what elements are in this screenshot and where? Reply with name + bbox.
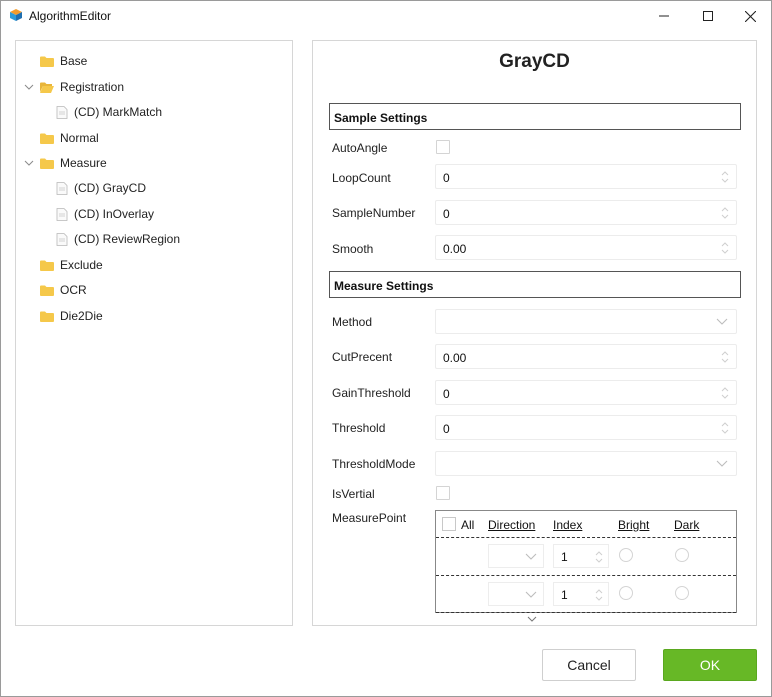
window-title: AlgorithmEditor [29,9,112,23]
spin-arrows-icon[interactable] [720,206,730,220]
measure-settings-heading: Measure Settings [329,271,741,298]
document-icon [56,105,68,119]
document-icon [56,232,68,246]
tree-item-inoverlay[interactable]: (CD) InOverlay [56,204,154,224]
chevron-down-icon [525,591,537,598]
algorithm-tree: Base Registration (CD) MarkMatch Normal … [15,40,293,626]
spin-arrows-icon[interactable] [720,241,730,255]
bright-radio[interactable] [619,548,633,562]
tree-item-graycd[interactable]: (CD) GrayCD [56,178,146,198]
tree-item-ocr[interactable]: OCR [40,280,87,300]
dark-radio[interactable] [675,548,689,562]
sample-number-input[interactable]: 0 [435,200,737,225]
chevron-down-icon[interactable] [24,82,34,92]
auto-angle-label: AutoAngle [332,141,388,155]
loop-count-input[interactable]: 0 [435,164,737,189]
spin-arrows-icon[interactable] [594,550,604,564]
tree-item-die2die[interactable]: Die2Die [40,306,103,326]
folder-icon [40,133,54,144]
measure-point-grid: All Direction Index Bright Dark 1 1 [435,510,737,613]
direction-select[interactable] [488,582,544,606]
maximize-button[interactable] [685,1,731,31]
spin-arrows-icon[interactable] [720,421,730,435]
smooth-input[interactable]: 0.00 [435,235,737,260]
algorithm-editor-window: AlgorithmEditor Base Registration (CD) M… [0,0,772,697]
auto-angle-checkbox[interactable] [436,140,450,154]
chevron-down-icon [716,318,728,325]
header-bright[interactable]: Bright [618,518,649,532]
select-all-checkbox[interactable] [442,517,456,531]
grid-header: All Direction Index Bright Dark [436,511,736,537]
header-direction[interactable]: Direction [488,518,535,532]
index-input[interactable]: 1 [553,582,609,606]
spin-arrows-icon[interactable] [720,170,730,184]
threshold-mode-label: ThresholdMode [332,457,416,471]
ok-button[interactable]: OK [663,649,757,681]
is-vertial-checkbox[interactable] [436,486,450,500]
header-index[interactable]: Index [553,518,582,532]
maximize-icon [703,11,713,21]
gain-threshold-label: GainThreshold [332,386,411,400]
folder-icon [40,158,54,169]
method-label: Method [332,315,373,329]
header-all: All [461,518,475,532]
chevron-down-icon [525,553,537,560]
gain-threshold-input[interactable]: 0 [435,380,737,405]
measure-point-label: MeasurePoint [332,511,407,525]
is-vertial-label: IsVertial [332,487,375,501]
folder-icon [40,56,54,67]
cut-precent-label: CutPrecent [332,350,393,364]
title-bar: AlgorithmEditor [1,1,771,31]
sample-settings-heading: Sample Settings [329,103,741,130]
minimize-icon [659,15,669,17]
tree-item-measure[interactable]: Measure [40,153,107,173]
tree-item-registration[interactable]: Registration [40,77,124,97]
sample-number-label: SampleNumber [332,206,416,220]
threshold-input[interactable]: 0 [435,415,737,440]
spin-arrows-icon[interactable] [720,386,730,400]
tree-item-exclude[interactable]: Exclude [40,255,103,275]
spin-arrows-icon[interactable] [720,350,730,364]
chevron-down-icon [716,460,728,467]
spin-arrows-icon[interactable] [594,588,604,602]
cut-precent-input[interactable]: 0.00 [435,344,737,369]
properties-panel: GrayCD Sample Settings AutoAngle LoopCou… [312,40,757,626]
index-input[interactable]: 1 [553,544,609,568]
minimize-button[interactable] [641,1,687,31]
bright-radio[interactable] [619,586,633,600]
cancel-button[interactable]: Cancel [542,649,636,681]
document-icon [56,181,68,195]
method-select[interactable] [435,309,737,334]
folder-icon [40,260,54,271]
app-cube-icon [10,9,22,21]
algorithm-title: GrayCD [499,51,570,72]
header-dark[interactable]: Dark [674,518,699,532]
tree-item-normal[interactable]: Normal [40,128,99,148]
folder-icon [40,285,54,296]
tree-item-base[interactable]: Base [40,51,87,71]
folder-open-icon [40,82,54,93]
smooth-label: Smooth [332,242,374,256]
direction-select[interactable] [488,544,544,568]
scroll-down-icon[interactable] [527,615,537,623]
tree-item-markmatch[interactable]: (CD) MarkMatch [56,102,162,122]
loop-count-label: LoopCount [332,171,391,185]
threshold-mode-select[interactable] [435,451,737,476]
dark-radio[interactable] [675,586,689,600]
threshold-label: Threshold [332,421,386,435]
close-icon [744,10,756,22]
table-row: 1 [436,537,736,575]
close-button[interactable] [727,1,772,31]
document-icon [56,207,68,221]
table-row: 1 [436,575,736,613]
tree-item-reviewregion[interactable]: (CD) ReviewRegion [56,229,180,249]
folder-icon [40,311,54,322]
chevron-down-icon[interactable] [24,158,34,168]
